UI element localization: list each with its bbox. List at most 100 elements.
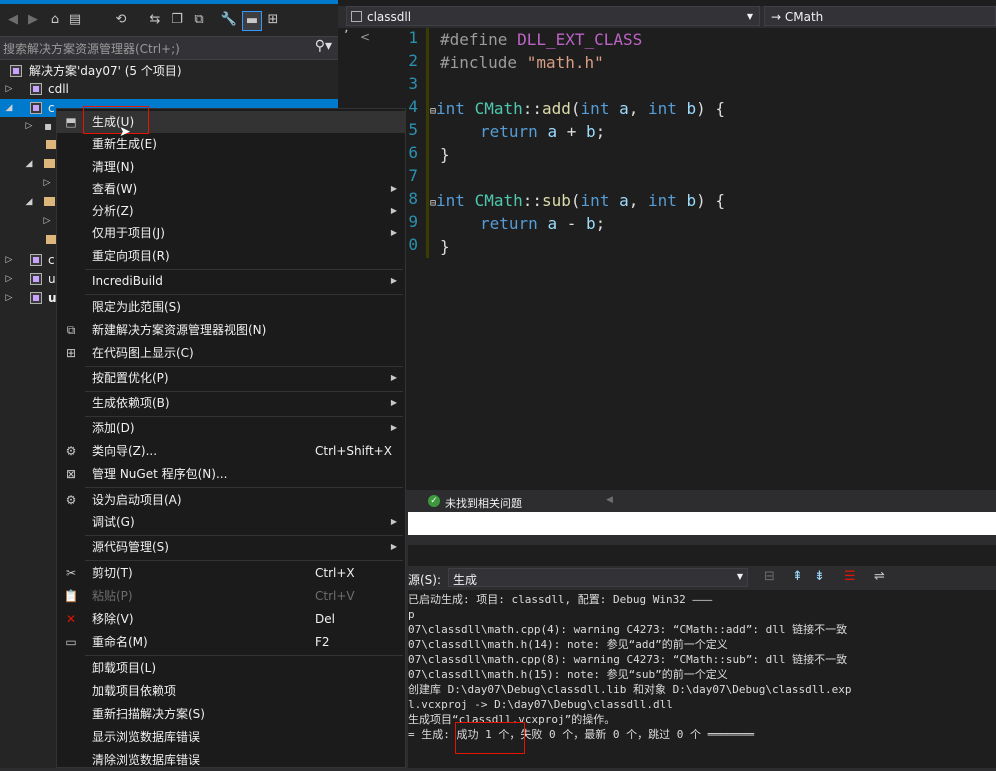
output-line: 07\classdll\math.cpp(8): warning C4273: … (408, 653, 848, 666)
menu-item-pgo[interactable]: 按配置优化(P) ▶ (57, 367, 405, 389)
code-text-area[interactable]: ʼ < 1 2 3 4 5 6 7 8 9 0 #define DLL_EXT_… (338, 28, 996, 490)
menu-item-label: 设为启动项目(A) (92, 493, 182, 507)
scroll-left-icon[interactable]: ◀ (606, 495, 613, 505)
tree-item-solution[interactable]: 解决方案'day07' (5 个项目) (0, 62, 338, 80)
switch-views-icon[interactable]: ▤ (66, 11, 84, 29)
tree-item-project[interactable]: ▷ cdll (0, 80, 338, 98)
menu-item-label: 添加(D) (92, 421, 135, 435)
solution-icon (10, 65, 22, 77)
menu-item-analyze[interactable]: 分析(Z) ▶ (57, 200, 405, 222)
menu-item-build-dependencies[interactable]: 生成依赖项(B) ▶ (57, 392, 405, 414)
submenu-arrow-icon: ▶ (390, 184, 397, 193)
collapse-all-icon[interactable]: ❐ (168, 11, 186, 29)
horizontal-scroll-area[interactable] (408, 512, 996, 535)
output-line: 创建库 D:\day07\Debug\classdll.lib 和对象 D:\d… (408, 683, 852, 696)
menu-item-shortcut: Ctrl+X (315, 566, 355, 580)
collapse-arrow-icon[interactable]: ◢ (4, 99, 14, 117)
properties-icon[interactable]: 🔧 (220, 11, 238, 29)
expand-arrow-icon[interactable]: ▷ (4, 289, 14, 307)
clear-all-icon[interactable]: ☰ (844, 569, 856, 584)
solution-explorer-toolbar: ◀ ▶ ⌂ ▤ ⟲ ⇆ ❐ ⧉ 🔧 ▬ ⊞ (0, 8, 338, 34)
menu-separator (85, 655, 403, 656)
menu-item-project-only[interactable]: 仅用于项目(J) ▶ (57, 222, 405, 244)
menu-item-show-on-code-map[interactable]: ⊞ 在代码图上显示(C) (57, 342, 405, 364)
menu-item-clean[interactable]: 清理(N) (57, 156, 405, 178)
expand-arrow-icon[interactable]: ▷ (42, 212, 52, 230)
submenu-arrow-icon: ▶ (390, 276, 397, 285)
menu-item-label: 重新扫描解决方案(S) (92, 707, 205, 721)
menu-item-manage-nuget[interactable]: ⊠ 管理 NuGet 程序包(N)... (57, 463, 405, 485)
menu-item-retarget[interactable]: 重定向项目(R) (57, 245, 405, 267)
line-number: 2 (408, 51, 418, 70)
issues-status-text[interactable]: 未找到相关问题 (445, 495, 522, 511)
output-line: 07\classdll\math.h(15): note: 参见“sub”的前一… (408, 668, 728, 681)
output-line: 07\classdll\math.h(14): note: 参见“add”的前一… (408, 638, 728, 651)
tree-item-label: cdll (48, 82, 69, 96)
output-source-dropdown[interactable]: 生成 ▼ (448, 568, 748, 587)
search-icon[interactable]: ⚲▾ (315, 38, 332, 54)
menu-item-incredibuild[interactable]: IncrediBuild ▶ (57, 270, 405, 292)
forward-icon[interactable]: ▶ (24, 11, 42, 29)
menu-item-view[interactable]: 查看(W) ▶ (57, 178, 405, 200)
output-source-label: 源(S): (408, 573, 442, 587)
class-wizard-icon: ⚙ (65, 444, 77, 458)
member-scope-dropdown[interactable]: → CMath (764, 6, 996, 26)
chevron-down-icon[interactable]: ▼ (747, 7, 753, 27)
output-source-value: 生成 (453, 573, 478, 587)
back-icon[interactable]: ◀ (4, 11, 22, 29)
preview-selected-icon[interactable]: ▬ (242, 11, 262, 31)
mouse-cursor-icon: ➤ (119, 124, 131, 140)
expand-arrow-icon[interactable]: ▷ (4, 251, 14, 269)
menu-item-rebuild[interactable]: 重新生成(E) (57, 133, 405, 155)
home-icon[interactable]: ⌂ (46, 11, 64, 29)
show-all-files-icon[interactable]: ⧉ (190, 11, 208, 29)
menu-item-cut[interactable]: ✂ 剪切(T) Ctrl+X (57, 562, 405, 584)
menu-item-remove[interactable]: ✕ 移除(V) Del (57, 608, 405, 630)
menu-item-set-startup-project[interactable]: ⚙ 设为启动项目(A) (57, 489, 405, 511)
menu-item-source-control[interactable]: 源代码管理(S) ▶ (57, 536, 405, 558)
expand-arrow-icon[interactable]: ▷ (4, 270, 14, 288)
expand-arrow-icon[interactable]: ▷ (42, 174, 52, 192)
menu-item-show-browse-db-errors[interactable]: 显示浏览数据库错误 (57, 726, 405, 748)
menu-item-label: 调试(G) (92, 515, 135, 529)
menu-item-label: 在代码图上显示(C) (92, 346, 194, 360)
menu-item-debug[interactable]: 调试(G) ▶ (57, 511, 405, 533)
menu-item-label: 按配置优化(P) (92, 371, 169, 385)
project-icon (30, 102, 42, 114)
check-icon: ✓ (428, 495, 440, 507)
pending-changes-icon[interactable]: ⟲ (112, 11, 130, 29)
collapse-arrow-icon[interactable]: ◢ (24, 155, 34, 173)
output-line: l.vcxproj -> D:\day07\Debug\classdll.dll (408, 698, 673, 711)
search-input[interactable]: 搜索解决方案资源管理器(Ctrl+;) ⚲▾ (0, 36, 338, 60)
menu-item-new-explorer-view[interactable]: ⧉ 新建解决方案资源管理器视图(N) (57, 319, 405, 341)
menu-item-shortcut: Ctrl+Shift+X (315, 444, 392, 458)
editor-status-bar: ✓ 未找到相关问题 ◀ (408, 492, 996, 512)
previous-message-icon[interactable]: ⇞ (792, 569, 803, 584)
menu-item-label: 生成依赖项(B) (92, 396, 170, 410)
expand-arrow-icon[interactable]: ▷ (4, 80, 14, 98)
menu-item-label: 粘贴(P) (92, 589, 133, 603)
project-icon (351, 11, 362, 22)
menu-item-unload-project[interactable]: 卸载项目(L) (57, 657, 405, 679)
menu-item-scope-to-this[interactable]: 限定为此范围(S) (57, 296, 405, 318)
menu-item-class-wizard[interactable]: ⚙ 类向导(Z)... Ctrl+Shift+X (57, 440, 405, 462)
next-message-icon[interactable]: ⇟ (814, 569, 825, 584)
word-wrap-icon[interactable]: ⇌ (874, 569, 885, 584)
menu-item-paste[interactable]: 📋 粘贴(P) Ctrl+V (57, 585, 405, 607)
menu-item-add[interactable]: 添加(D) ▶ (57, 417, 405, 439)
file-scope-dropdown[interactable]: classdll ▼ (346, 6, 760, 26)
member-scope-value: → CMath (771, 10, 824, 24)
menu-item-rename[interactable]: ▭ 重命名(M) F2 (57, 631, 405, 653)
sync-icon[interactable]: ⇆ (146, 11, 164, 29)
view-class-diagram-icon[interactable]: ⊞ (264, 11, 282, 29)
find-message-icon[interactable]: ⊟ (764, 569, 775, 584)
chevron-down-icon[interactable]: ▼ (737, 572, 743, 581)
menu-item-label: 新建解决方案资源管理器视图(N) (92, 323, 267, 337)
menu-item-label: 剪切(T) (92, 566, 133, 580)
menu-item-rescan-solution[interactable]: 重新扫描解决方案(S) (57, 703, 405, 725)
menu-item-load-dependencies[interactable]: 加载项目依赖项 (57, 680, 405, 702)
expand-arrow-icon[interactable]: ▷ (24, 117, 34, 135)
output-line: 已启动生成: 项目: classdll, 配置: Debug Win32 ——— (408, 593, 713, 606)
menu-item-label: 类向导(Z)... (92, 444, 158, 458)
collapse-arrow-icon[interactable]: ◢ (24, 193, 34, 211)
